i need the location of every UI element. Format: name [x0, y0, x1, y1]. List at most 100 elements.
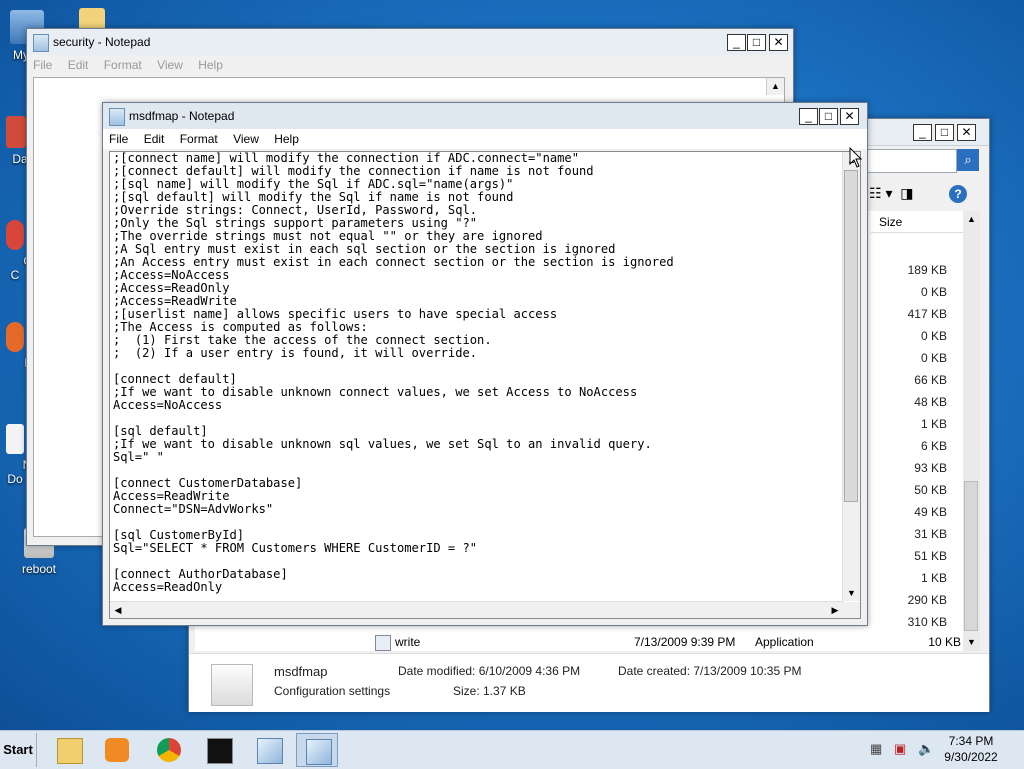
size-cell: 189 KB	[907, 263, 947, 277]
scroll-up-icon[interactable]: ▲	[766, 78, 784, 95]
text-line: Access=NoAccess	[113, 398, 223, 412]
file-row-write[interactable]: write 7/13/2009 9:39 PM Application 10 K…	[375, 633, 963, 651]
window-title: security - Notepad	[53, 35, 151, 49]
menu-edit[interactable]: Edit	[138, 129, 171, 149]
chrome-icon	[157, 738, 181, 762]
details-pane: msdfmap Configuration settings Date modi…	[189, 653, 989, 712]
size-cell: 49 KB	[914, 505, 947, 519]
menu-format[interactable]: Format	[98, 55, 148, 75]
menu-format[interactable]: Format	[174, 129, 224, 149]
vertical-scrollbar[interactable]: ▲ ▼	[963, 211, 980, 651]
menu-help[interactable]: Help	[192, 55, 229, 75]
menu-file[interactable]: File	[103, 129, 134, 149]
size-cell: 93 KB	[914, 461, 947, 475]
chrome-icon	[6, 220, 24, 250]
file-name: write	[395, 635, 421, 649]
size-cell: 0 KB	[920, 351, 947, 365]
file-size: 10 KB	[928, 635, 961, 649]
text-editor[interactable]: ;[connect name] will modify the connecti…	[109, 151, 861, 619]
size-cell: 51 KB	[914, 549, 947, 563]
file-icon	[375, 635, 391, 651]
search-icon[interactable]: ⌕	[957, 149, 979, 171]
document-text[interactable]: ;[connect name] will modify the connecti…	[110, 152, 674, 594]
search-input[interactable]	[867, 149, 957, 173]
menu-help[interactable]: Help	[268, 129, 305, 149]
menu-edit[interactable]: Edit	[62, 55, 95, 75]
msdfmap-titlebar[interactable]: msdfmap - Notepad _ □ ✕	[103, 103, 867, 130]
msdfmap-notepad-window: msdfmap - Notepad _ □ ✕ File Edit Format…	[102, 102, 868, 626]
taskbar-media-player[interactable]	[96, 733, 138, 767]
desktop: My C Data G C F N Do reboot _ □ ✕ ⌕ ☷ ▾ …	[0, 0, 1024, 730]
window-title: msdfmap - Notepad	[129, 109, 235, 123]
media-player-icon	[105, 738, 129, 762]
file-modified: 7/13/2009 9:39 PM	[634, 635, 736, 649]
help-icon[interactable]: ?	[949, 185, 967, 203]
command-prompt-icon	[207, 738, 233, 764]
network-icon[interactable]: ▣	[894, 741, 906, 757]
document-icon	[6, 424, 24, 454]
horizontal-scrollbar[interactable]: ◀ ▶	[110, 601, 843, 618]
size-cell: 1 KB	[920, 571, 947, 585]
menu-bar: File Edit Format View Help	[27, 55, 793, 75]
text-line: ; (2) If a user entry is found, it will …	[113, 346, 478, 360]
view-options-button[interactable]: ☷ ▾ ◨	[869, 185, 913, 207]
size-cell: 0 KB	[920, 285, 947, 299]
clock-date: 9/30/2022	[944, 750, 998, 764]
security-titlebar[interactable]: security - Notepad _ □ ✕	[27, 29, 793, 56]
size-cell: 48 KB	[914, 395, 947, 409]
size-cell: 50 KB	[914, 483, 947, 497]
taskbar-notepad-security[interactable]	[248, 733, 290, 767]
minimize-button[interactable]: _	[913, 124, 932, 141]
size-cell: 6 KB	[920, 439, 947, 453]
column-header-size[interactable]: Size	[871, 211, 963, 233]
size-cell: 310 KB	[907, 615, 947, 629]
start-button[interactable]: Start	[0, 733, 37, 767]
notepad-icon	[257, 738, 283, 764]
action-center-icon[interactable]: ▦	[870, 741, 882, 757]
vertical-scrollbar[interactable]: ▲ ▼	[842, 152, 860, 601]
resize-grip[interactable]	[843, 602, 860, 618]
maximize-button[interactable]: □	[935, 124, 954, 141]
scroll-right-icon[interactable]: ▶	[827, 602, 843, 618]
size-cell: 31 KB	[914, 527, 947, 541]
close-button[interactable]: ✕	[769, 34, 788, 51]
scroll-up-icon[interactable]: ▲	[963, 211, 980, 228]
text-line: Connect="DSN=AdvWorks"	[113, 502, 274, 516]
scroll-thumb[interactable]	[964, 481, 978, 631]
size-cell: 1 KB	[920, 417, 947, 431]
desktop-icon-label: reboot	[21, 562, 57, 576]
maximize-button[interactable]: □	[747, 34, 766, 51]
mouse-cursor-icon	[849, 147, 863, 168]
size-cell: 0 KB	[920, 329, 947, 343]
minimize-button[interactable]: _	[799, 108, 818, 125]
close-button[interactable]: ✕	[840, 108, 859, 125]
taskbar-explorer[interactable]	[48, 733, 90, 767]
scroll-down-icon[interactable]: ▼	[843, 585, 860, 601]
text-line: ;If we want to disable unknown sql value…	[113, 437, 652, 451]
taskbar-chrome[interactable]	[148, 733, 190, 767]
clock-time: 7:34 PM	[948, 734, 994, 748]
scroll-down-icon[interactable]: ▼	[963, 634, 980, 651]
notepad-icon	[109, 108, 125, 126]
maximize-button[interactable]: □	[819, 108, 838, 125]
minimize-button[interactable]: _	[727, 34, 746, 51]
firefox-icon	[6, 322, 24, 352]
text-line: Access=ReadOnly	[113, 580, 223, 594]
taskbar-notepad-msdfmap[interactable]	[296, 733, 338, 767]
size-cell: 417 KB	[907, 307, 947, 321]
notepad-icon	[33, 34, 49, 52]
close-button[interactable]: ✕	[957, 124, 976, 141]
folder-icon	[57, 738, 83, 764]
size-cell: 66 KB	[914, 373, 947, 387]
folder-icon	[79, 8, 105, 30]
menu-view[interactable]: View	[151, 55, 189, 75]
scroll-left-icon[interactable]: ◀	[110, 602, 126, 618]
menu-file[interactable]: File	[27, 55, 58, 75]
scroll-thumb[interactable]	[844, 170, 858, 502]
text-line: Sql=" "	[113, 450, 164, 464]
taskbar-cmd[interactable]	[198, 733, 240, 767]
details-modified: Date modified: 6/10/2009 4:36 PM	[398, 664, 581, 678]
details-created: Date created: 7/13/2009 10:35 PM	[618, 664, 802, 678]
menu-view[interactable]: View	[227, 129, 265, 149]
clock[interactable]: 7:34 PM 9/30/2022	[928, 733, 1014, 765]
